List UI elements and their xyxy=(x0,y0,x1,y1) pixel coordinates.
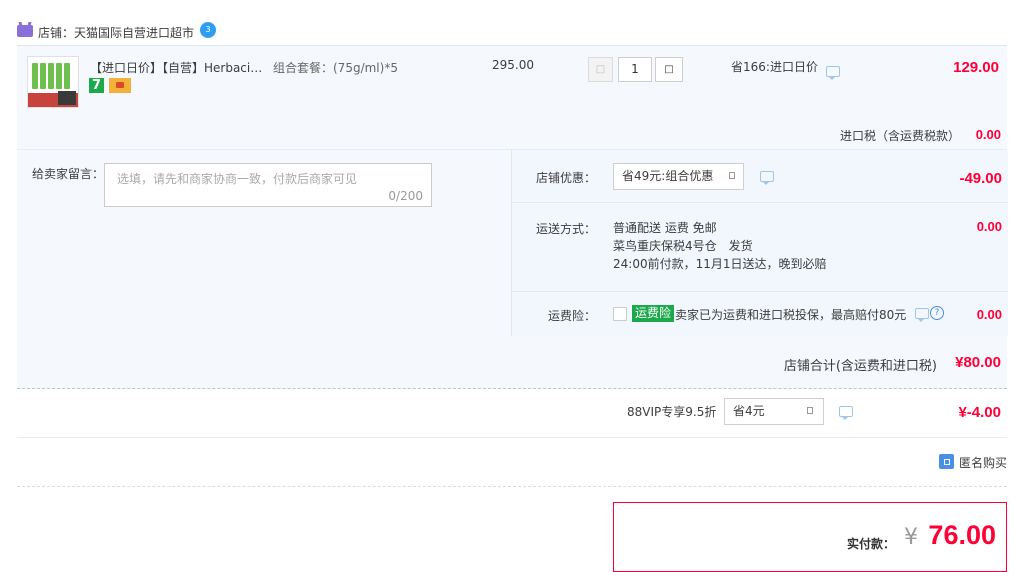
store-discount-row: 店铺优惠： 省49元:组合优惠 -49.00 xyxy=(512,150,1008,203)
shipping-method: 普通配送 运费 免邮 xyxy=(613,221,717,235)
tmall-store-icon xyxy=(17,25,33,37)
payment-amount: 76.00 xyxy=(928,520,996,550)
store-discount-selected: 省49元:组合优惠 xyxy=(622,169,714,183)
payment-summary-box: 实付款： ¥ 76.00 xyxy=(613,502,1007,572)
vip-discount-label: 88VIP专享9.5折 xyxy=(627,405,717,419)
shipping-details: 普通配送 运费 免邮 菜鸟重庆保税4号仓 发货 24:00前付款，11月1日送达… xyxy=(613,219,827,273)
vip-discount-selected: 省4元 xyxy=(733,404,765,418)
unit-price: 295.00 xyxy=(492,58,534,72)
store-discount-label: 店铺优惠： xyxy=(535,171,596,185)
vip-discount-select[interactable]: 省4元 xyxy=(724,398,824,425)
shipping-row: 运送方式： 普通配送 运费 免邮 菜鸟重庆保税4号仓 发货 24:00前付款，1… xyxy=(512,203,1008,292)
insurance-label: 运费险： xyxy=(547,309,596,323)
chat-icon[interactable] xyxy=(826,66,840,80)
import-tax-value: 0.00 xyxy=(975,127,1001,142)
import-tax-label: 进口税（含运费税款） xyxy=(840,129,961,143)
checkout-options-pane: 店铺优惠： 省49元:组合优惠 -49.00 运送方式： 普通配送 运费 免邮 … xyxy=(511,150,1008,336)
insurance-text: 卖家已为运费和进口税投保，最高赔付80元 xyxy=(675,308,907,322)
insurance-checkbox[interactable] xyxy=(613,307,627,321)
store-discount-value: -49.00 xyxy=(959,170,1002,187)
dropdown-caret-icon xyxy=(729,172,735,179)
vip-discount-value: ¥-4.00 xyxy=(958,404,1001,421)
store-name[interactable]: 店铺：天猫国际自营进口超市 xyxy=(38,24,194,41)
chat-icon[interactable] xyxy=(915,308,929,322)
product-thumbnail[interactable] xyxy=(27,56,79,108)
help-icon[interactable]: ? xyxy=(930,306,944,320)
wangwang-contact-icon[interactable]: 3 xyxy=(200,22,216,38)
shipping-fee: 0.00 xyxy=(976,219,1002,234)
insurance-row: 运费险： 运费险 卖家已为运费和进口税投保，最高赔付80元 ? 0.00 xyxy=(512,292,1008,336)
shipping-eta: 24:00前付款，11月1日送达，晚到必赔 xyxy=(613,257,827,271)
payment-label: 实付款： xyxy=(846,537,895,551)
chat-icon[interactable] xyxy=(839,406,853,420)
dropdown-caret-icon xyxy=(807,407,813,414)
anonymous-checkbox[interactable] xyxy=(939,454,954,469)
store-total-value: ¥80.00 xyxy=(955,354,1001,371)
message-label: 给卖家留言： xyxy=(32,167,105,181)
message-char-count: 0/200 xyxy=(388,189,423,203)
currency-symbol: ¥ xyxy=(904,525,918,550)
shipping-warehouse: 菜鸟重庆保税4号仓 发货 xyxy=(613,239,753,253)
shipping-label: 运送方式： xyxy=(535,222,596,236)
item-total-price: 129.00 xyxy=(953,59,999,76)
quantity-input[interactable]: 1 xyxy=(618,57,652,82)
item-saving: 省166:进口日价 xyxy=(731,60,818,74)
seller-message-input[interactable]: 选填，请先和商家协商一致，付款后商家可见 0/200 xyxy=(104,163,432,207)
quantity-increase-button[interactable]: □ xyxy=(655,57,683,82)
insurance-tag: 运费险 xyxy=(632,305,675,322)
chat-icon[interactable] xyxy=(760,171,774,185)
message-placeholder: 选填，请先和商家协商一致，付款后商家可见 xyxy=(117,172,358,186)
quantity-decrease-button[interactable]: □ xyxy=(588,57,613,82)
anonymous-label[interactable]: 匿名购买 xyxy=(959,454,1007,471)
cart-item-row: 【进口日价】【自营】Herbaci… 组合套餐：(75g/ml)*5 7 295… xyxy=(17,45,1007,149)
store-discount-select[interactable]: 省49元:组合优惠 xyxy=(613,163,744,190)
store-total-label: 店铺合计(含运费和进口税) xyxy=(783,359,937,374)
anonymous-purchase-row: 匿名购买 xyxy=(17,438,1007,487)
order-options: 给卖家留言： 选填，请先和商家协商一致，付款后商家可见 0/200 店铺优惠： … xyxy=(17,149,1008,389)
insurance-value: 0.00 xyxy=(976,307,1002,322)
seven-day-return-icon: 7 xyxy=(89,78,104,93)
message-pane: 给卖家留言： 选填，请先和商家协商一致，付款后商家可见 0/200 xyxy=(17,150,511,336)
product-spec: 组合套餐：(75g/ml)*5 xyxy=(273,61,398,75)
product-title-link[interactable]: 【进口日价】【自营】Herbaci… xyxy=(90,59,262,76)
credit-card-icon xyxy=(109,78,131,93)
vip-discount-row: 88VIP专享9.5折 省4元 ¥-4.00 xyxy=(17,388,1007,438)
